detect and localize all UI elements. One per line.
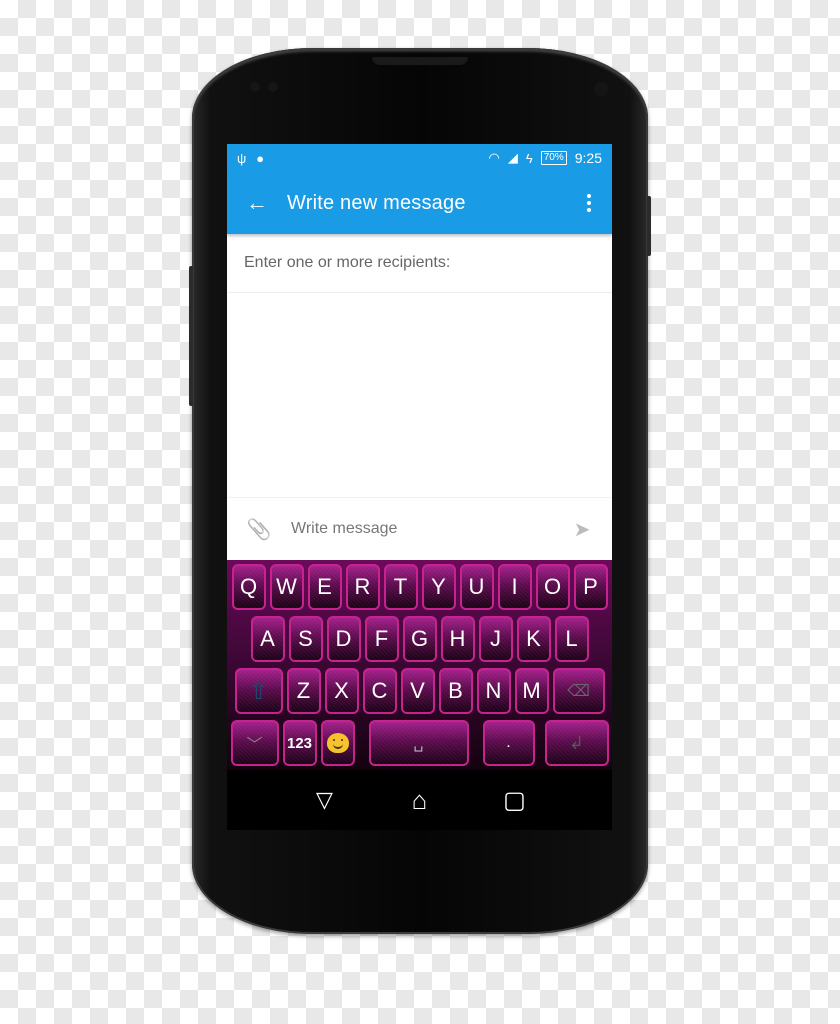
key-a[interactable]: A — [250, 616, 285, 662]
key-q[interactable]: Q — [231, 564, 266, 610]
clock: 9:25 — [574, 150, 602, 166]
signal-icon: ◢ — [507, 150, 518, 165]
more-vert-icon-dot — [587, 201, 591, 205]
app-bar: ← Write new message — [227, 172, 612, 234]
keyboard-row-1: QWERTYUIOP — [230, 564, 609, 610]
key-m[interactable]: M — [514, 668, 549, 714]
phone-screen: ψ ● ◠ ◢ ϟ 70% 9:25 ← Write new message E… — [227, 144, 612, 830]
nav-home-button[interactable]: ⌂ — [405, 785, 435, 816]
message-content: Enter one or more recipients: 📎 Write me… — [227, 234, 612, 560]
numbers-key[interactable]: 123 — [282, 720, 317, 766]
more-vert-icon — [587, 194, 591, 198]
home-icon: ⌂ — [411, 784, 428, 815]
key-s[interactable]: S — [288, 616, 323, 662]
recipients-input[interactable]: Enter one or more recipients: — [227, 234, 612, 293]
enter-icon: ↲ — [568, 732, 585, 753]
keyboard-row-2: ASDFGHJKL — [230, 616, 609, 662]
triangle-back-icon: ▽ — [316, 787, 333, 812]
enter-key[interactable]: ↲ — [544, 720, 609, 766]
more-vert-icon-dot — [587, 208, 591, 212]
earpiece-speaker — [372, 57, 468, 65]
compose-bar: 📎 Write message ➤ — [227, 497, 612, 560]
key-r[interactable]: R — [345, 564, 380, 610]
key-h[interactable]: H — [440, 616, 475, 662]
key-x[interactable]: X — [324, 668, 359, 714]
keyboard-row-4: ﹀ 123 ␣ . ↲ — [230, 720, 609, 766]
emoji-icon — [326, 733, 349, 753]
send-icon: ➤ — [573, 518, 591, 541]
emoji-key[interactable] — [320, 720, 355, 766]
more-options-button[interactable] — [566, 194, 612, 212]
key-v[interactable]: V — [400, 668, 435, 714]
period-key[interactable]: . — [482, 720, 535, 766]
volume-button[interactable] — [189, 266, 193, 406]
chevron-down-icon: ﹀ — [246, 737, 263, 754]
key-d[interactable]: D — [326, 616, 361, 662]
nav-recents-button[interactable]: ▢ — [500, 786, 530, 815]
arrow-left-icon: ← — [246, 190, 268, 215]
key-p[interactable]: P — [573, 564, 608, 610]
key-j[interactable]: J — [478, 616, 513, 662]
key-l[interactable]: L — [554, 616, 589, 662]
key-o[interactable]: O — [535, 564, 570, 610]
key-w[interactable]: W — [269, 564, 304, 610]
key-u[interactable]: U — [459, 564, 494, 610]
paperclip-icon: 📎 — [246, 518, 272, 541]
key-n[interactable]: N — [476, 668, 511, 714]
key-f[interactable]: F — [364, 616, 399, 662]
wifi-icon: ◠ — [488, 150, 500, 165]
key-b[interactable]: B — [438, 668, 473, 714]
key-t[interactable]: T — [383, 564, 418, 610]
shift-icon: ⇧ — [248, 677, 269, 705]
key-g[interactable]: G — [402, 616, 437, 662]
space-key[interactable]: ␣ — [368, 720, 469, 766]
page-title: Write new message — [287, 191, 466, 214]
back-button[interactable]: ← — [227, 190, 287, 216]
key-y[interactable]: Y — [421, 564, 456, 610]
message-input[interactable]: Write message — [291, 520, 552, 538]
nav-back-button[interactable]: ▽ — [310, 787, 340, 813]
key-i[interactable]: I — [497, 564, 532, 610]
hide-keyboard-key[interactable]: ﹀ — [230, 720, 279, 766]
attach-button[interactable]: 📎 — [227, 517, 291, 542]
backspace-key[interactable]: ⌫ — [552, 668, 605, 714]
status-bar: ψ ● ◠ ◢ ϟ 70% 9:25 — [227, 144, 612, 172]
keyboard: QWERTYUIOP ASDFGHJKL ⇧ ZXCVBNM ⌫ ﹀ 123 ␣… — [227, 560, 612, 770]
space-icon: ␣ — [413, 735, 424, 752]
backspace-icon: ⌫ — [567, 683, 590, 700]
power-button[interactable] — [647, 196, 651, 256]
front-camera — [594, 82, 608, 96]
shift-key[interactable]: ⇧ — [234, 668, 283, 714]
key-z[interactable]: Z — [286, 668, 321, 714]
send-button[interactable]: ➤ — [552, 517, 612, 542]
usb-icon: ψ — [237, 150, 247, 166]
key-e[interactable]: E — [307, 564, 342, 610]
android-icon: ● — [256, 150, 265, 166]
key-k[interactable]: K — [516, 616, 551, 662]
key-c[interactable]: C — [362, 668, 397, 714]
recents-icon: ▢ — [503, 786, 526, 814]
battery-indicator: 70% — [540, 151, 567, 165]
charging-icon: ϟ — [525, 150, 533, 166]
navigation-bar: ▽ ⌂ ▢ — [227, 770, 612, 830]
front-sensor — [268, 82, 278, 92]
keyboard-row-3: ⇧ ZXCVBNM ⌫ — [230, 668, 609, 714]
front-sensor — [250, 82, 260, 92]
